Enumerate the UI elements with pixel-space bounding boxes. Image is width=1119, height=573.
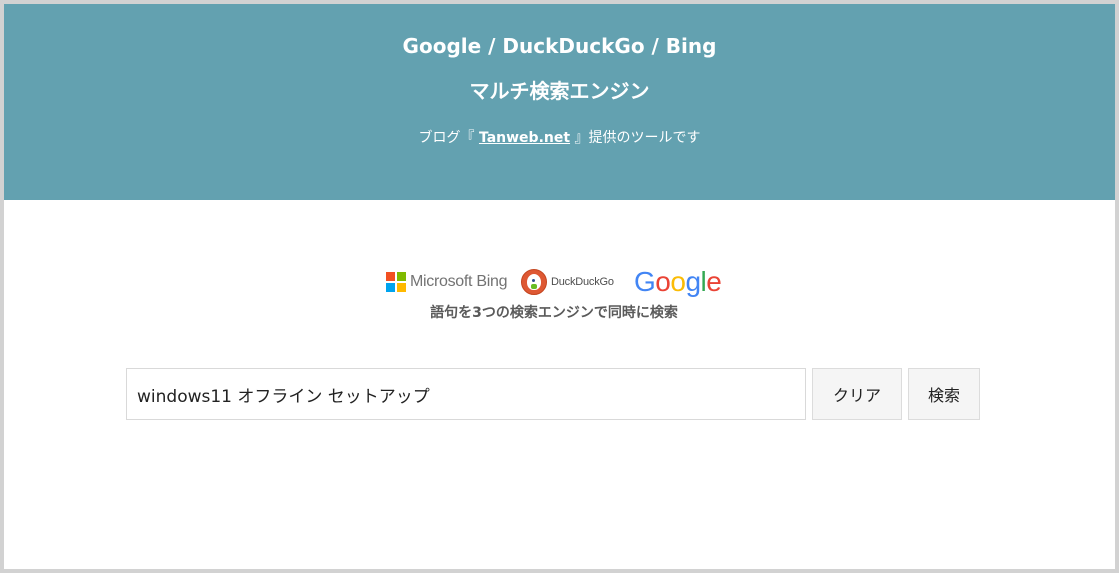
microsoft-bing-text: Microsoft Bing — [410, 273, 508, 290]
header-banner: Google / DuckDuckGo / Bing マルチ検索エンジン ブログ… — [4, 4, 1115, 200]
provider-note: ブログ『 Tanweb.net 』提供のツールです — [4, 127, 1115, 147]
duckduckgo-duck-icon — [521, 269, 547, 295]
microsoft-square-blue — [386, 283, 395, 292]
google-letter: e — [706, 266, 722, 297]
microsoft-windows-icon — [386, 272, 406, 292]
duckduckgo-logo: DuckDuckGo — [521, 269, 614, 295]
google-logo: Google — [634, 266, 722, 298]
provider-note-prefix: ブログ『 — [418, 130, 475, 146]
page-subtitle-title: マルチ検索エンジン — [469, 79, 650, 103]
google-letter: g — [685, 266, 701, 297]
microsoft-square-green — [397, 272, 406, 281]
search-input[interactable] — [126, 368, 806, 420]
google-letter: o — [670, 266, 686, 297]
tanweb-link[interactable]: Tanweb.net — [479, 130, 570, 146]
search-engine-logos: Microsoft Bing DuckDuckGo Google 語句を3つの検… — [384, 266, 724, 326]
google-letter: o — [655, 266, 671, 297]
microsoft-square-yellow — [397, 283, 406, 292]
google-letter: G — [634, 266, 656, 297]
page-frame: Google / DuckDuckGo / Bing マルチ検索エンジン ブログ… — [0, 0, 1119, 573]
provider-note-suffix: 』提供のツールです — [574, 130, 701, 146]
search-button[interactable]: 検索 — [908, 368, 980, 420]
duckduckgo-text: DuckDuckGo — [551, 276, 614, 288]
logos-caption: 語句を3つの検索エンジンで同時に検索 — [430, 305, 678, 321]
page-title: Google / DuckDuckGo / Bing — [402, 34, 717, 58]
microsoft-bing-logo: Microsoft Bing — [386, 272, 507, 292]
microsoft-square-red — [386, 272, 395, 281]
clear-button[interactable]: クリア — [812, 368, 902, 420]
